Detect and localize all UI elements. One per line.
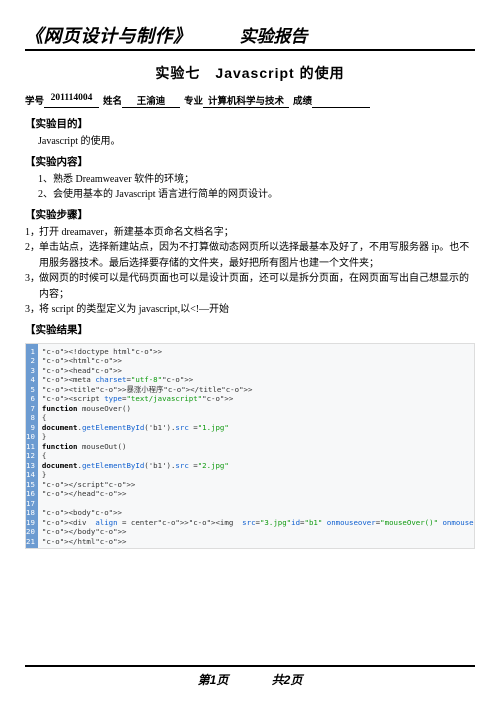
value-score bbox=[312, 93, 370, 108]
code-screenshot: 123456789101112131415161718192021 "c-o">… bbox=[25, 343, 475, 549]
label-name: 姓名 bbox=[103, 93, 122, 108]
doc-footer: 第1页 共2页 bbox=[25, 664, 475, 688]
step-text: 将 script 的类型定义为 javascript,以<!—开始 bbox=[39, 302, 475, 318]
footer-rule bbox=[25, 665, 475, 667]
section-result-heading: 【实验结果】 bbox=[25, 322, 475, 337]
section-content-item: 2、会使用基本的 Javascript 语言进行简单的网页设计。 bbox=[38, 187, 475, 203]
footer-page-total: 共2页 bbox=[272, 671, 303, 688]
step-item: 3， 做网页的时候可以是代码页面也可以是设计页面，还可以是拆分页面，在网页面写出… bbox=[25, 271, 475, 302]
step-text: 做网页的时候可以是代码页面也可以是设计页面，还可以是拆分页面，在网页面写出自己想… bbox=[39, 271, 475, 302]
code-body: "c-o"><!doctype html"c-o">>"c-o"><html"c… bbox=[38, 344, 475, 548]
step-item: 2， 单击站点，选择新建站点，因为不打算做动态网页所以选择最基本及好了，不用写服… bbox=[25, 240, 475, 271]
step-num: 3， bbox=[25, 271, 39, 302]
value-major: 计算机科学与技术 bbox=[203, 93, 289, 108]
step-item: 1， 打开 dreamaver，新建基本页命名文档名字； bbox=[25, 225, 475, 241]
footer-page-current: 第1页 bbox=[198, 671, 229, 688]
section-steps-heading: 【实验步骤】 bbox=[25, 207, 475, 222]
doc-header: 《网页设计与制作》 实验报告 bbox=[25, 22, 475, 48]
code-gutter: 123456789101112131415161718192021 bbox=[26, 344, 38, 548]
section-content-item: 1、熟悉 Dreamweaver 软件的环境； bbox=[38, 172, 475, 188]
header-left: 《网页设计与制作》 bbox=[25, 22, 192, 48]
label-score: 成绩 bbox=[293, 93, 312, 108]
header-right: 实验报告 bbox=[240, 22, 308, 47]
value-student-id: 201114004 bbox=[44, 93, 99, 108]
step-num: 1， bbox=[25, 225, 39, 241]
step-num: 3， bbox=[25, 302, 39, 318]
step-item: 3， 将 script 的类型定义为 javascript,以<!—开始 bbox=[25, 302, 475, 318]
section-purpose-text: Javascript 的使用。 bbox=[38, 134, 475, 150]
value-name: 王渝迪 bbox=[122, 93, 180, 108]
header-rule bbox=[25, 49, 475, 51]
label-student-id: 学号 bbox=[25, 93, 44, 108]
meta-line: 学号 201114004 姓名 王渝迪 专业 计算机科学与技术 成绩 bbox=[25, 93, 475, 108]
step-text: 单击站点，选择新建站点，因为不打算做动态网页所以选择最基本及好了，不用写服务器 … bbox=[39, 240, 475, 271]
label-major: 专业 bbox=[184, 93, 203, 108]
doc-title: 实验七 Javascript 的使用 bbox=[25, 63, 475, 83]
section-purpose-heading: 【实验目的】 bbox=[25, 116, 475, 131]
section-content-heading: 【实验内容】 bbox=[25, 154, 475, 169]
step-text: 打开 dreamaver，新建基本页命名文档名字； bbox=[39, 225, 475, 241]
step-num: 2， bbox=[25, 240, 39, 271]
